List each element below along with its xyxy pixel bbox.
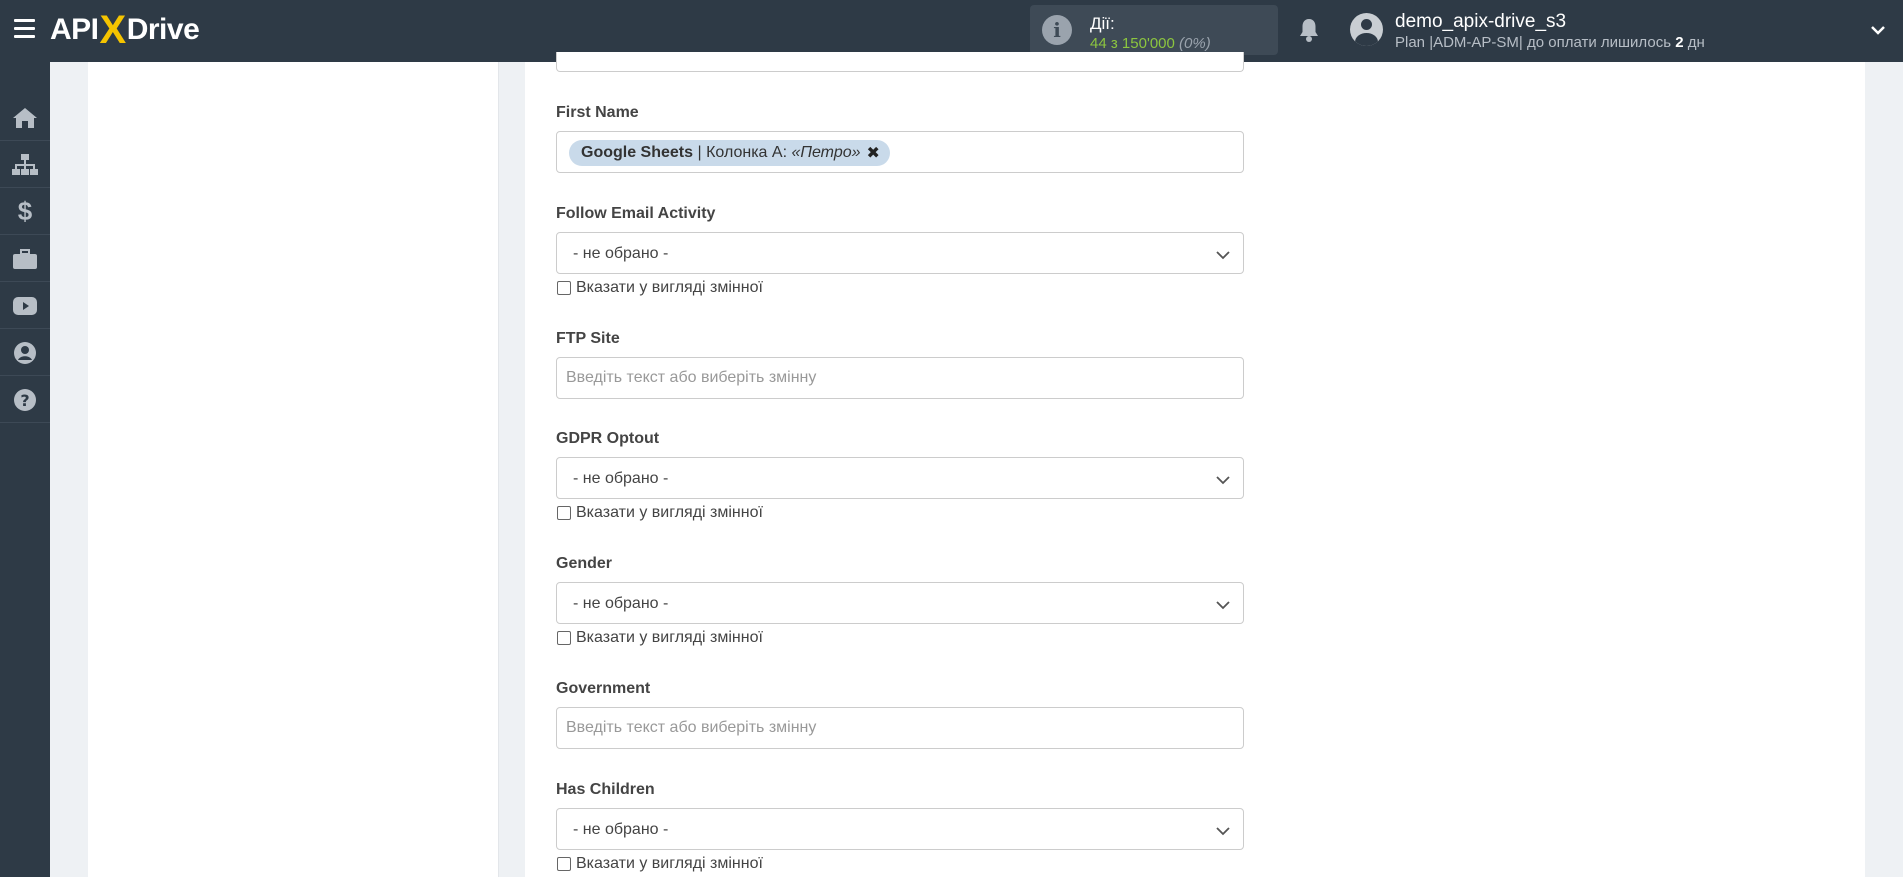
plan-days: 2 bbox=[1675, 34, 1684, 51]
sidebar-item-billing[interactable]: $ bbox=[0, 189, 50, 235]
chevron-down-icon bbox=[1216, 476, 1230, 485]
bell-icon[interactable] bbox=[1297, 17, 1321, 43]
avatar[interactable] bbox=[1350, 13, 1383, 46]
first-name-field[interactable]: Google Sheets | Колонка А: «Петро» ✖ bbox=[556, 131, 1244, 173]
actions-value: 44 з 150'000 (0%) bbox=[1090, 35, 1211, 52]
gender-label: Gender bbox=[556, 555, 613, 572]
checkbox[interactable] bbox=[557, 281, 571, 295]
tag-column: | Колонка А: bbox=[693, 144, 792, 161]
follow-email-activity-variable-checkbox[interactable]: Вказати у вигляді змінної bbox=[557, 278, 763, 298]
checkbox-label: Вказати у вигляді змінної bbox=[576, 504, 763, 521]
has-children-label: Has Children bbox=[556, 781, 655, 798]
actions-used: 44 bbox=[1090, 35, 1107, 52]
sidebar: $ ? bbox=[0, 62, 50, 877]
actions-percent: (0%) bbox=[1179, 35, 1211, 52]
actions-total: 150'000 bbox=[1121, 35, 1175, 52]
sidebar-item-help[interactable]: ? bbox=[0, 377, 50, 423]
sidebar-item-home[interactable] bbox=[0, 95, 50, 141]
government-input[interactable]: Введіть текст або виберіть змінну bbox=[556, 707, 1244, 749]
gdpr-optout-variable-checkbox[interactable]: Вказати у вигляді змінної bbox=[557, 503, 763, 523]
chevron-down-icon bbox=[1216, 827, 1230, 836]
select-value: - не обрано - bbox=[573, 821, 669, 838]
question-circle-icon: ? bbox=[14, 388, 36, 411]
checkbox[interactable] bbox=[557, 506, 571, 520]
plan-text: Plan |ADM-AP-SM| до оплати лишилось bbox=[1395, 34, 1672, 51]
plan-info: Plan |ADM-AP-SM| до оплати лишилось 2 дн bbox=[1395, 34, 1705, 51]
follow-email-activity-label: Follow Email Activity bbox=[556, 205, 716, 222]
gdpr-optout-label: GDPR Optout bbox=[556, 430, 660, 447]
actions-of: з bbox=[1110, 35, 1118, 52]
sidebar-item-tools[interactable] bbox=[0, 236, 50, 282]
actions-counter: i Дії: 44 з 150'000 (0%) bbox=[1030, 5, 1278, 55]
gender-variable-checkbox[interactable]: Вказати у вигляді змінної bbox=[557, 628, 763, 648]
chevron-down-icon bbox=[1216, 251, 1230, 260]
left-panel bbox=[88, 62, 499, 877]
chevron-down-icon[interactable] bbox=[1870, 22, 1886, 38]
checkbox[interactable] bbox=[557, 857, 571, 871]
variable-tag[interactable]: Google Sheets | Колонка А: «Петро» ✖ bbox=[569, 140, 890, 166]
government-label: Government bbox=[556, 680, 651, 697]
logo-text-left: API bbox=[50, 13, 99, 46]
actions-label: Дії: bbox=[1090, 14, 1115, 33]
sidebar-item-video[interactable] bbox=[0, 283, 50, 329]
logo-text-right: Drive bbox=[126, 13, 200, 46]
username[interactable]: demo_apix-drive_s3 bbox=[1395, 11, 1566, 33]
input-placeholder: Введіть текст або виберіть змінну bbox=[566, 369, 817, 386]
tag-source: Google Sheets bbox=[581, 144, 694, 161]
sitemap-icon bbox=[12, 153, 38, 175]
first-name-label: First Name bbox=[556, 104, 639, 121]
remove-tag-icon[interactable]: ✖ bbox=[867, 143, 880, 163]
checkbox-label: Вказати у вигляді змінної bbox=[576, 629, 763, 646]
select-value: - не обрано - bbox=[573, 245, 669, 262]
has-children-select[interactable]: - не обрано - bbox=[556, 808, 1244, 850]
user-circle-icon bbox=[14, 341, 36, 364]
chevron-down-icon bbox=[1216, 601, 1230, 610]
info-icon: i bbox=[1042, 15, 1072, 45]
ftp-site-input[interactable]: Введіть текст або виберіть змінну bbox=[556, 357, 1244, 399]
checkbox[interactable] bbox=[557, 631, 571, 645]
tag-value: «Петро» bbox=[791, 144, 861, 161]
checkbox-label: Вказати у вигляді змінної bbox=[576, 855, 763, 872]
checkbox-label: Вказати у вигляді змінної bbox=[576, 279, 763, 296]
youtube-icon bbox=[13, 296, 37, 315]
input-placeholder: Введіть текст або виберіть змінну bbox=[566, 719, 817, 736]
gdpr-optout-select[interactable]: - не обрано - bbox=[556, 457, 1244, 499]
sidebar-item-connections[interactable] bbox=[0, 142, 50, 188]
gender-select[interactable]: - не обрано - bbox=[556, 582, 1244, 624]
apix-drive-logo[interactable]: API X Drive bbox=[50, 7, 200, 52]
svg-text:?: ? bbox=[20, 391, 29, 410]
follow-email-activity-select[interactable]: - не обрано - bbox=[556, 232, 1244, 274]
menu-icon[interactable] bbox=[14, 19, 35, 38]
logo-text-x: X bbox=[99, 7, 127, 52]
has-children-variable-checkbox[interactable]: Вказати у вигляді змінної bbox=[557, 854, 763, 874]
previous-field-stub[interactable] bbox=[556, 52, 1244, 72]
dollar-icon: $ bbox=[17, 196, 33, 226]
select-value: - не обрано - bbox=[573, 470, 669, 487]
home-icon bbox=[13, 107, 37, 128]
briefcase-icon bbox=[13, 248, 37, 269]
ftp-site-label: FTP Site bbox=[556, 330, 620, 347]
select-value: - не обрано - bbox=[573, 595, 669, 612]
plan-days-unit: дн bbox=[1687, 34, 1705, 51]
sidebar-item-profile[interactable] bbox=[0, 330, 50, 376]
